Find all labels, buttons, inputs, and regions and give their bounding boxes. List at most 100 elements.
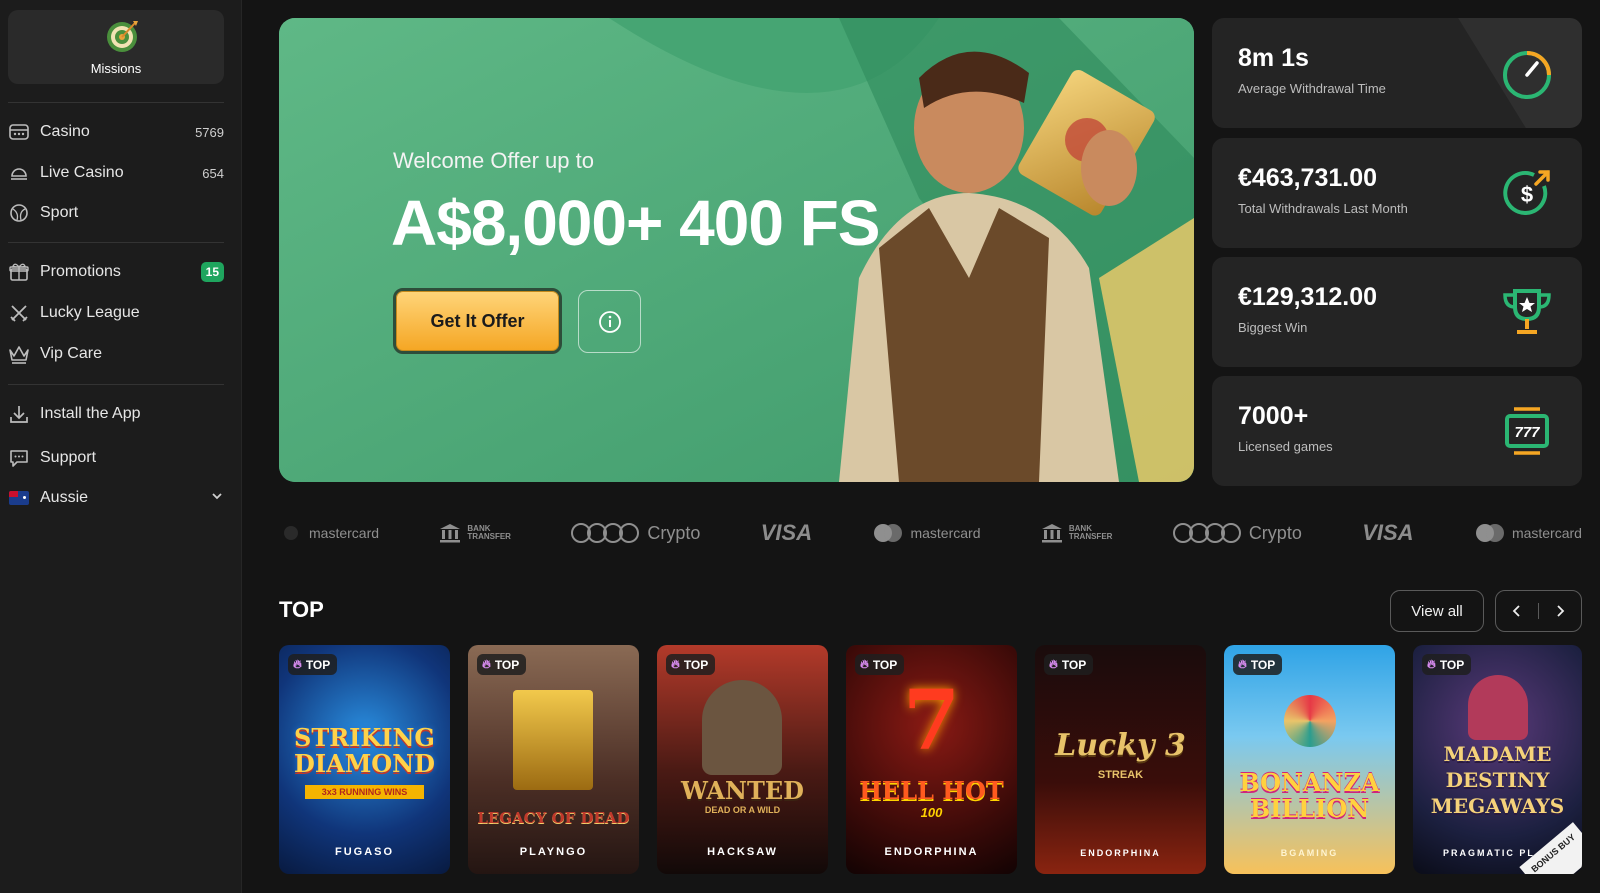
sidebar-item-support[interactable]: Support <box>8 442 224 474</box>
payment-mastercard: mastercard <box>279 525 379 541</box>
australia-flag-icon <box>8 487 30 509</box>
info-icon <box>598 310 621 333</box>
payment-bank-transfer: BANK TRANSFER <box>1041 523 1113 543</box>
top-tag-label: TOP <box>1061 657 1087 672</box>
promotions-count-badge: 15 <box>200 262 224 282</box>
top-tag-label: TOP <box>872 657 898 672</box>
hero-offer-amount: A$8,000+ 400 FS <box>391 187 880 259</box>
sidebar-item-label: Support <box>40 449 97 466</box>
payment-label: Crypto <box>647 522 701 543</box>
sidebar-item-vip-care[interactable]: Vip Care <box>8 338 224 370</box>
game-title: HELL HOT <box>859 776 1004 805</box>
sidebar-item-lucky-league[interactable]: Lucky League <box>8 297 224 329</box>
stat-card-biggest-win: €129,312.00 Biggest Win <box>1212 257 1582 367</box>
sidebar-item-label: Casino <box>40 123 90 140</box>
flame-icon: 🔥︎ <box>1049 657 1058 671</box>
sidebar-item-label: Promotions <box>40 263 121 280</box>
top-tag: 🔥︎ TOP <box>1044 654 1094 675</box>
payment-mastercard: mastercard <box>872 523 981 543</box>
top-tag-label: TOP <box>683 657 709 672</box>
crossed-swords-icon <box>8 302 30 324</box>
stat-label: Total Withdrawals Last Month <box>1238 201 1408 216</box>
payment-label: Crypto <box>1248 522 1302 543</box>
crown-icon <box>8 343 30 365</box>
payment-methods-strip: mastercard BANK TRANSFER Crypto VISA mast… <box>279 518 1582 548</box>
carousel-prev-button[interactable] <box>1496 591 1538 631</box>
payment-visa: VISA <box>1362 520 1414 545</box>
stat-label: Average Withdrawal Time <box>1238 81 1386 96</box>
game-card[interactable]: 🔥︎ TOP WANTED DEAD OR A WILD HACKSAW <box>657 645 828 874</box>
missions-button[interactable]: Missions <box>8 10 224 84</box>
flame-icon: 🔥︎ <box>1427 657 1436 671</box>
top-tag: 🔥︎ TOP <box>288 654 338 675</box>
language-label: Aussie <box>40 489 89 506</box>
sidebar-item-label: Sport <box>40 204 79 221</box>
game-title: WANTED <box>681 776 804 805</box>
view-all-button[interactable]: View all <box>1390 590 1484 632</box>
sidebar: Missions Casino 5769 Live Casino 654 Spo… <box>0 0 242 893</box>
sidebar-item-install-app[interactable]: Install the App <box>8 398 224 430</box>
game-provider: ENDORPHINA <box>1080 848 1161 858</box>
svg-text:777: 777 <box>1514 424 1540 441</box>
crypto-coins-icon <box>571 523 640 543</box>
missions-label: Missions <box>90 61 142 76</box>
sidebar-item-sport[interactable]: Sport <box>8 197 224 229</box>
casino-icon <box>8 121 30 143</box>
language-selector[interactable]: Aussie <box>8 482 224 514</box>
game-card[interactable]: 🔥︎ TOP Lucky 3 STREAK ENDORPHINA <box>1035 645 1206 874</box>
game-artwork <box>702 680 782 775</box>
hero-banner[interactable]: Welcome Offer up to A$8,000+ 400 FS Get … <box>279 18 1194 482</box>
mastercard-icon <box>1475 524 1504 542</box>
top-tag-label: TOP <box>494 657 520 672</box>
sidebar-item-label: Live Casino <box>40 164 124 181</box>
game-title: LEGACY OF DEAD <box>477 809 630 827</box>
payment-crypto: Crypto <box>571 522 700 544</box>
game-subtitle: 3x3 RUNNING WINS <box>305 785 424 799</box>
bank-icon <box>440 524 461 543</box>
seven-icon: 7 <box>902 673 961 769</box>
sidebar-item-live-casino[interactable]: Live Casino 654 <box>8 157 224 189</box>
game-title: STRIKING DIAMOND <box>294 723 435 778</box>
stat-label: Biggest Win <box>1238 320 1308 335</box>
get-offer-button[interactable]: Get It Offer <box>393 288 562 354</box>
chevron-down-icon <box>210 489 224 508</box>
top-tag: 🔥︎ TOP <box>1233 654 1283 675</box>
game-card[interactable]: 🔥︎ TOP LEGACY OF DEAD PLAYNGO <box>468 645 639 874</box>
info-button[interactable] <box>578 290 641 353</box>
payment-label: mastercard <box>910 525 981 541</box>
stat-value: €129,312.00 <box>1238 283 1378 311</box>
sidebar-item-label: Lucky League <box>40 304 140 321</box>
live-casino-icon <box>8 162 30 184</box>
game-card[interactable]: 🔥︎ TOP BONANZA BILLION BGAMING <box>1224 645 1395 874</box>
carousel-pager <box>1495 590 1582 632</box>
game-provider: BGAMING <box>1280 848 1339 858</box>
game-provider: HACKSAW <box>707 846 778 858</box>
mastercard-icon <box>874 524 903 542</box>
sidebar-item-promotions[interactable]: Promotions 15 <box>8 256 224 288</box>
stat-value: 8m 1s <box>1238 44 1309 72</box>
payment-crypto: Crypto <box>1172 522 1302 544</box>
top-tag-label: TOP <box>1439 657 1465 672</box>
game-artwork <box>513 690 593 790</box>
sidebar-divider <box>8 242 224 243</box>
crypto-coins-icon <box>1172 523 1241 543</box>
chat-icon <box>8 447 30 469</box>
game-subtitle: DEAD OR A WILD <box>704 805 781 815</box>
top-tag-label: TOP <box>1250 657 1276 672</box>
sidebar-item-casino[interactable]: Casino 5769 <box>8 116 224 148</box>
sidebar-divider <box>8 384 224 385</box>
game-card[interactable]: 🔥︎ TOP STRIKING DIAMOND 3x3 RUNNING WINS … <box>279 645 450 874</box>
game-card[interactable]: 🔥︎ TOP 7 HELL HOT 100 ENDORPHINA <box>846 645 1017 874</box>
game-title: Lucky 3 <box>1055 728 1186 763</box>
payment-label: mastercard <box>1511 525 1582 541</box>
payment-bank-transfer: BANK TRANSFER <box>439 523 511 543</box>
game-artwork <box>1468 675 1528 740</box>
game-title: MADAME DESTINY MEGAWAYS <box>1430 742 1565 818</box>
stat-label: Licensed games <box>1238 439 1333 454</box>
game-card[interactable]: 🔥︎ TOP MADAME DESTINY MEGAWAYS PRAGMATIC … <box>1413 645 1582 874</box>
bank-label-line2: TRANSFER <box>1068 532 1113 541</box>
payment-label: mastercard <box>309 525 380 541</box>
flame-icon: 🔥︎ <box>860 657 869 671</box>
carousel-next-button[interactable] <box>1539 591 1581 631</box>
stat-card-withdrawal-time: 8m 1s Average Withdrawal Time <box>1212 18 1582 128</box>
